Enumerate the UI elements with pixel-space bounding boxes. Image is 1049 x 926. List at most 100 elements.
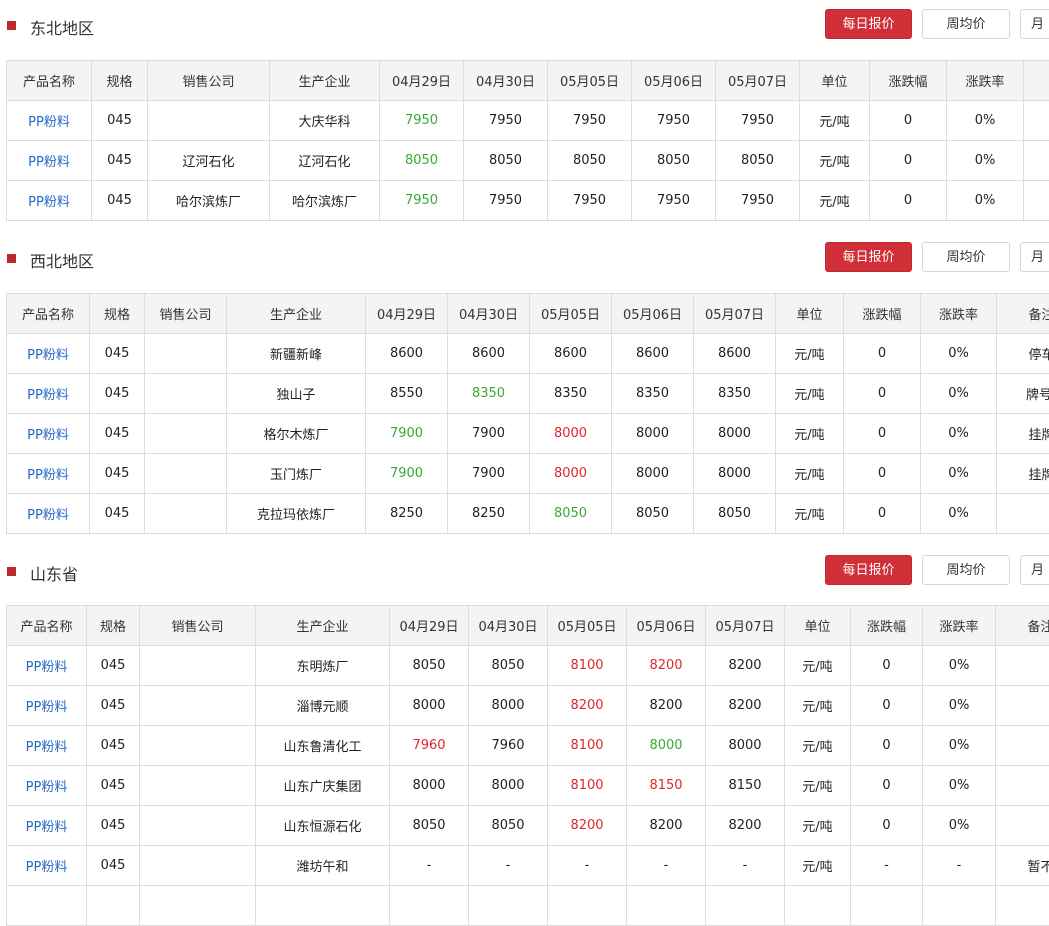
section-marker xyxy=(7,254,16,263)
cell-price-0505: 7950 xyxy=(548,181,632,221)
column-header-price-0507: 05月07日 xyxy=(694,294,776,334)
column-header-unit: 单位 xyxy=(800,61,870,101)
cell-product-name[interactable]: PP粉料 xyxy=(7,646,87,686)
daily-quote-button[interactable]: 每日报价 xyxy=(825,242,912,272)
cell-unit: 元/吨 xyxy=(776,374,844,414)
cell-sales-company xyxy=(140,886,256,926)
monthly-average-button[interactable]: 月 xyxy=(1020,242,1049,272)
cell-price-0506: 8200 xyxy=(627,806,706,846)
cell-sales-company: 辽河石化 xyxy=(148,141,270,181)
cell-spec: 045 xyxy=(87,806,140,846)
cell-price-0506: 8350 xyxy=(612,374,694,414)
cell-producer: 克拉玛依炼厂 xyxy=(227,494,366,534)
weekly-average-button[interactable]: 周均价 xyxy=(922,242,1010,272)
price-table-wrapper: 产品名称规格销售公司生产企业04月29日04月30日05月05日05月06日05… xyxy=(6,293,1049,534)
cell-price-0505: 8050 xyxy=(548,141,632,181)
daily-quote-button[interactable]: 每日报价 xyxy=(825,555,912,585)
cell-price-0506: 8600 xyxy=(612,334,694,374)
cell-price-0429: 8050 xyxy=(390,806,469,846)
column-header-change-amount: 涨跌幅 xyxy=(844,294,921,334)
column-header-producer: 生产企业 xyxy=(270,61,380,101)
column-header-change-amount: 涨跌幅 xyxy=(870,61,947,101)
cell-change-amount: 0 xyxy=(870,141,947,181)
section-marker xyxy=(7,567,16,576)
cell-change-amount: 0 xyxy=(844,494,921,534)
cell-price-0430: 7900 xyxy=(448,454,530,494)
cell-price-0507: 7950 xyxy=(716,101,800,141)
cell-product-name[interactable]: PP粉料 xyxy=(7,846,87,886)
cell-product-name[interactable]: PP粉料 xyxy=(7,141,92,181)
cell-product-name[interactable]: PP粉料 xyxy=(7,334,90,374)
cell-unit: 元/吨 xyxy=(785,646,851,686)
cell-change-amount: 0 xyxy=(851,766,923,806)
column-header-price-0429: 04月29日 xyxy=(390,606,469,646)
cell-sales-company xyxy=(140,726,256,766)
cell-sales-company xyxy=(145,454,227,494)
column-header-price-0429: 04月29日 xyxy=(380,61,464,101)
table-row: PP粉料045山东广庆集团80008000810081508150元/吨00% xyxy=(7,766,1049,806)
weekly-average-button[interactable]: 周均价 xyxy=(922,9,1010,39)
price-table: 产品名称规格销售公司生产企业04月29日04月30日05月05日05月06日05… xyxy=(6,60,1049,221)
cell-producer: 山东广庆集团 xyxy=(256,766,390,806)
cell-product-name[interactable]: PP粉料 xyxy=(7,414,90,454)
cell-price-0429: 7900 xyxy=(366,454,448,494)
cell-producer: 大庆华科 xyxy=(270,101,380,141)
table-row: PP粉料045独山子85508350835083508350元/吨00%牌号( xyxy=(7,374,1049,414)
column-header-price-0507: 05月07日 xyxy=(716,61,800,101)
column-header-change-amount: 涨跌幅 xyxy=(851,606,923,646)
cell-product-name[interactable]: PP粉料 xyxy=(7,686,87,726)
cell-product-name[interactable]: PP粉料 xyxy=(7,766,87,806)
section-title: 东北地区 xyxy=(30,15,94,39)
cell-change-amount: 0 xyxy=(851,646,923,686)
cell-producer: 独山子 xyxy=(227,374,366,414)
monthly-average-button[interactable]: 月 xyxy=(1020,555,1049,585)
cell-change-amount: 0 xyxy=(844,374,921,414)
section-header: 山东省 每日报价 周均价 月 xyxy=(0,549,1049,589)
cell-unit: 元/吨 xyxy=(785,766,851,806)
cell-change-rate xyxy=(923,886,996,926)
cell-price-0507: 8150 xyxy=(706,766,785,806)
daily-quote-button[interactable]: 每日报价 xyxy=(825,9,912,39)
cell-price-0507: 8000 xyxy=(694,454,776,494)
cell-unit: 元/吨 xyxy=(785,726,851,766)
cell-remark: 停车 xyxy=(997,334,1049,374)
weekly-average-button[interactable]: 周均价 xyxy=(922,555,1010,585)
cell-spec: 045 xyxy=(87,686,140,726)
table-header-row: 产品名称规格销售公司生产企业04月29日04月30日05月05日05月06日05… xyxy=(7,294,1049,334)
cell-price-0507: 8000 xyxy=(694,414,776,454)
cell-spec: 045 xyxy=(90,334,145,374)
cell-price-0430: 8050 xyxy=(469,806,548,846)
cell-product-name[interactable]: PP粉料 xyxy=(7,374,90,414)
column-header-sales-company: 销售公司 xyxy=(140,606,256,646)
cell-price-0507: 8050 xyxy=(716,141,800,181)
column-header-sales-company: 销售公司 xyxy=(145,294,227,334)
table-row: PP粉料045大庆华科79507950795079507950元/吨00% xyxy=(7,101,1049,141)
cell-price-0505: 8200 xyxy=(548,806,627,846)
cell-change-rate: 0% xyxy=(921,334,997,374)
cell-remark: 暂不 xyxy=(996,846,1049,886)
cell-price-0507: 8000 xyxy=(706,726,785,766)
cell-producer: 淄博元顺 xyxy=(256,686,390,726)
cell-change-amount: - xyxy=(851,846,923,886)
section-header: 西北地区 每日报价 周均价 月 xyxy=(0,236,1049,276)
cell-change-rate: 0% xyxy=(921,414,997,454)
cell-price-0505: 8000 xyxy=(530,414,612,454)
cell-product-name[interactable] xyxy=(7,886,87,926)
cell-price-0430: 8000 xyxy=(469,766,548,806)
column-header-price-0506: 05月06日 xyxy=(632,61,716,101)
cell-product-name[interactable]: PP粉料 xyxy=(7,726,87,766)
cell-product-name[interactable]: PP粉料 xyxy=(7,181,92,221)
cell-price-0507: 8350 xyxy=(694,374,776,414)
column-header-price-0430: 04月30日 xyxy=(464,61,548,101)
cell-price-0429: - xyxy=(390,846,469,886)
cell-product-name[interactable]: PP粉料 xyxy=(7,101,92,141)
cell-price-0506 xyxy=(627,886,706,926)
cell-spec: 045 xyxy=(87,726,140,766)
table-row: PP粉料045克拉玛依炼厂82508250805080508050元/吨00% xyxy=(7,494,1049,534)
monthly-average-button[interactable]: 月 xyxy=(1020,9,1049,39)
cell-product-name[interactable]: PP粉料 xyxy=(7,494,90,534)
price-table: 产品名称规格销售公司生产企业04月29日04月30日05月05日05月06日05… xyxy=(6,605,1049,926)
cell-product-name[interactable]: PP粉料 xyxy=(7,454,90,494)
cell-remark xyxy=(996,686,1049,726)
cell-product-name[interactable]: PP粉料 xyxy=(7,806,87,846)
